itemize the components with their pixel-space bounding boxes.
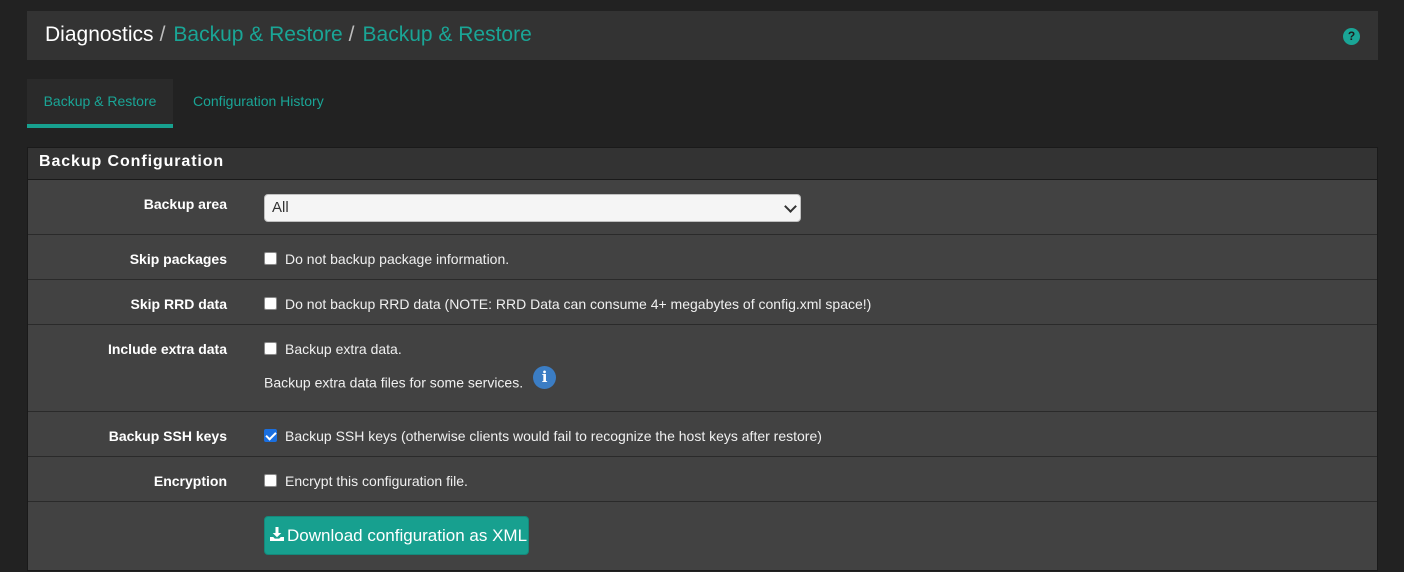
ssh-keys-checkbox[interactable] <box>264 429 277 443</box>
backup-area-row: Backup area All <box>28 180 1377 235</box>
encryption-row: Encryption Encrypt this configuration fi… <box>28 457 1377 502</box>
ssh-keys-row: Backup SSH keys Backup SSH keys (otherwi… <box>28 412 1377 457</box>
download-icon <box>270 527 284 541</box>
extra-data-row: Include extra data Backup extra data. Ba… <box>28 325 1377 412</box>
skip-packages-checkbox[interactable] <box>264 252 277 266</box>
extra-data-label: Include extra data <box>107 341 227 357</box>
tab-configuration-history[interactable]: Configuration History <box>193 79 324 128</box>
ssh-keys-checkbox-label: Backup SSH keys (otherwise clients would… <box>285 427 822 444</box>
backup-area-label: Backup area <box>143 196 227 212</box>
backup-area-selected-value: All <box>272 199 289 216</box>
extra-data-checkbox[interactable] <box>264 342 277 356</box>
download-row: Download configuration as XML <box>28 502 1377 572</box>
help-icon[interactable]: ? <box>1343 28 1360 45</box>
skip-packages-label: Skip packages <box>129 251 227 267</box>
ssh-keys-label: Backup SSH keys <box>108 428 227 444</box>
skip-rrd-checkbox-label: Do not backup RRD data (NOTE: RRD Data c… <box>285 295 872 312</box>
breadcrumb-separator: / <box>159 23 166 46</box>
encryption-checkbox[interactable] <box>264 474 277 488</box>
backup-configuration-panel: Backup Configuration Backup area All Ski… <box>27 147 1378 571</box>
backup-area-select[interactable]: All <box>264 194 801 222</box>
breadcrumb-link-backup-restore[interactable]: Backup & Restore <box>173 23 342 46</box>
encryption-checkbox-label: Encrypt this configuration file. <box>285 472 468 489</box>
breadcrumb-link-backup-restore-current[interactable]: Backup & Restore <box>363 23 532 46</box>
skip-rrd-label: Skip RRD data <box>130 296 227 312</box>
skip-packages-row: Skip packages Do not backup package info… <box>28 235 1377 280</box>
info-icon[interactable]: i <box>533 366 557 389</box>
extra-data-checkbox-label: Backup extra data. <box>285 340 402 357</box>
skip-rrd-checkbox[interactable] <box>264 297 277 311</box>
extra-data-help-text: Backup extra data files for some service… <box>264 374 524 391</box>
skip-packages-checkbox-label: Do not backup package information. <box>285 250 510 267</box>
download-button-label: Download configuration as XML <box>287 526 528 545</box>
skip-rrd-row: Skip RRD data Do not backup RRD data (NO… <box>28 280 1377 325</box>
tab-backup-restore[interactable]: Backup & Restore <box>27 79 173 128</box>
breadcrumb-root: Diagnostics <box>45 23 154 46</box>
download-xml-button[interactable]: Download configuration as XML <box>264 516 529 555</box>
encryption-label: Encryption <box>153 473 227 489</box>
page-header: Diagnostics / Backup & Restore / Backup & Re… <box>27 11 1378 60</box>
breadcrumb-separator: / <box>348 23 355 46</box>
panel-title: Backup Configuration <box>28 148 1377 180</box>
chevron-down-icon <box>784 200 797 213</box>
breadcrumb: Diagnostics / Backup & Restore / Backup & Re… <box>45 23 532 47</box>
